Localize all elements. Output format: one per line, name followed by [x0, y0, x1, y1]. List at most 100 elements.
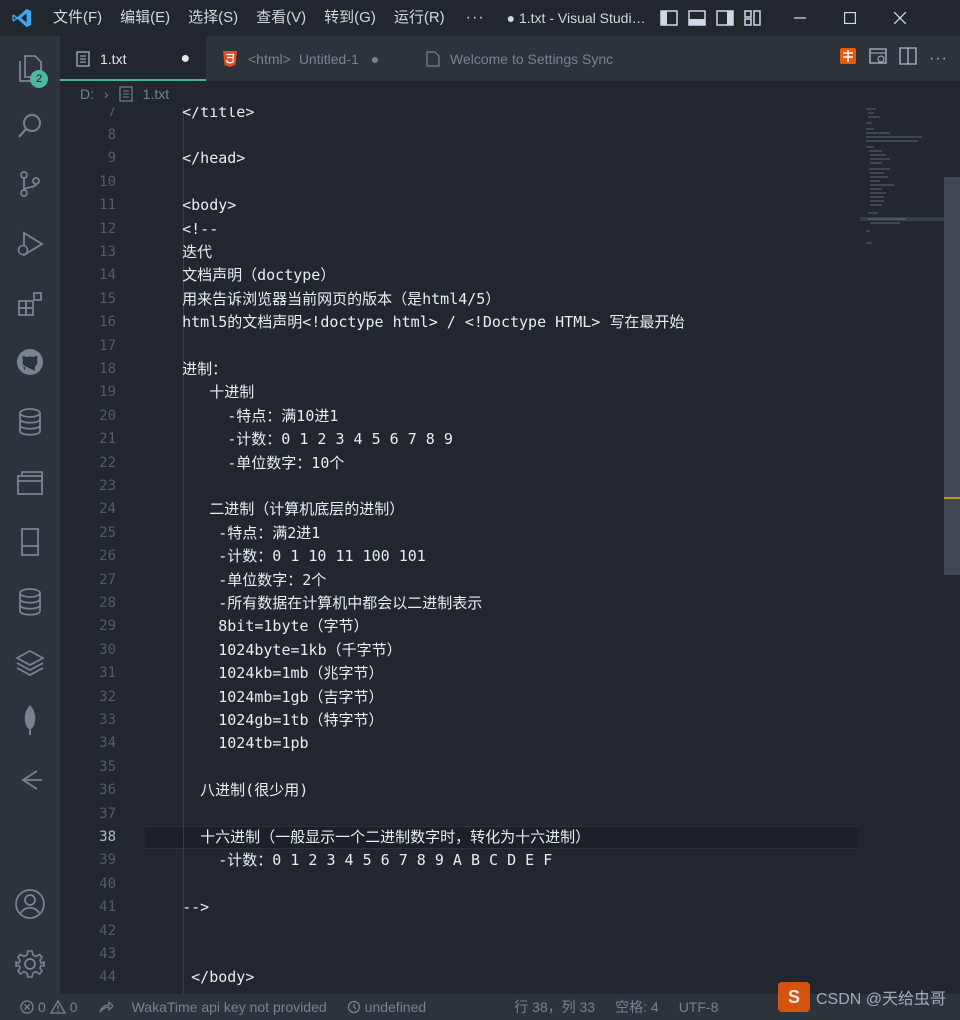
split-editor-icon[interactable]	[899, 47, 917, 70]
vertical-scrollbar[interactable]	[944, 177, 960, 575]
code-line[interactable]: <!--	[146, 218, 218, 241]
tab-untitled-1[interactable]: <html> Untitled-1 ●	[210, 36, 406, 81]
code-line[interactable]: -所有数据在计算机中都会以二进制表示	[146, 592, 482, 615]
line-number: 14	[99, 267, 116, 284]
live-share-icon[interactable]	[98, 1000, 114, 1014]
line-number: 30	[99, 641, 116, 658]
github-icon[interactable]	[0, 334, 60, 390]
menu-selection[interactable]: 选择(S)	[179, 0, 247, 36]
code-line[interactable]: 文档声明（doctype）	[146, 264, 335, 287]
editor-area[interactable]: 7 8 9 10 11 12 13 14 15 16 17 18 19 20 21 22 23 24 25 26 27 2…	[60, 107, 960, 994]
history-status[interactable]: undefined	[347, 999, 426, 1015]
line-number: 15	[99, 290, 116, 307]
html5-icon	[223, 50, 237, 67]
explorer-icon[interactable]: 2	[0, 40, 60, 96]
database-icon[interactable]	[0, 394, 60, 450]
menu-run[interactable]: 运行(R)	[385, 0, 454, 36]
code-line[interactable]: 二进制（计算机底层的进制）	[146, 498, 404, 521]
problems-status[interactable]: 0 0	[20, 999, 78, 1015]
close-icon[interactable]	[875, 0, 925, 36]
minimap[interactable]	[860, 107, 944, 247]
code-line[interactable]: -特点：满2进1	[146, 522, 320, 545]
preview-orange-icon[interactable]	[839, 47, 857, 70]
code-line[interactable]: 1024kb=1mb（兆字节）	[146, 662, 383, 685]
line-number: 37	[99, 805, 116, 822]
maximize-icon[interactable]	[825, 0, 875, 36]
line-number: 43	[99, 945, 116, 962]
settings-gear-icon[interactable]	[0, 936, 60, 992]
breadcrumb-drive[interactable]: D:	[80, 86, 94, 102]
mongodb-leaf-icon[interactable]	[0, 692, 60, 748]
menu-go[interactable]: 转到(G)	[315, 0, 385, 36]
code-line[interactable]: 用来告诉浏览器当前网页的版本（是html4/5）	[146, 288, 500, 311]
vscode-logo-icon	[0, 0, 44, 36]
code-line[interactable]: 1024byte=1kb（千字节）	[146, 639, 401, 662]
database-2-icon[interactable]	[0, 574, 60, 630]
indentation-status[interactable]: 空格: 4	[615, 997, 659, 1017]
code-line[interactable]: 十进制	[146, 381, 254, 404]
code-line[interactable]: -计数：0 1 10 11 100 101	[146, 545, 426, 568]
code-line[interactable]: 进制：	[146, 358, 227, 381]
code-line[interactable]: 1024tb=1pb	[146, 732, 308, 755]
code-line[interactable]: html5的文档声明<!doctype html> / <!Doctype HT…	[146, 311, 684, 334]
remote-explorer-icon[interactable]	[0, 454, 60, 510]
tab-1-txt[interactable]: 1.txt ●	[60, 36, 206, 81]
minimize-icon[interactable]	[775, 0, 825, 36]
code-line[interactable]: -特点：满10进1	[146, 405, 338, 428]
code-line[interactable]: -单位数字：2个	[146, 569, 326, 592]
code-line[interactable]: -计数：0 1 2 3 4 5 6 7 8 9	[146, 428, 453, 451]
search-icon[interactable]	[0, 98, 60, 154]
code-line[interactable]: 八进制(很少用)	[146, 779, 308, 802]
code-line[interactable]: 十六进制（一般显示一个二进制数字时，转化为十六进制）	[146, 826, 590, 849]
tab-welcome-settings-sync[interactable]: Welcome to Settings Sync	[410, 36, 636, 81]
window-title: ● 1.txt - Visual Studio Code	[506, 10, 649, 26]
breadcrumb-file[interactable]: 1.txt	[143, 86, 169, 102]
code-line[interactable]: </title>	[146, 107, 254, 124]
toggle-panel-icon[interactable]	[683, 0, 711, 36]
layers-icon[interactable]	[0, 634, 60, 690]
csdn-watermark: S CSDN @天给虫哥	[777, 982, 946, 1012]
title-bar: 文件(F) 编辑(E) 选择(S) 查看(V) 转到(G) 运行(R) ··· …	[0, 0, 960, 36]
code-line[interactable]: 8bit=1byte（字节）	[146, 615, 368, 638]
source-control-icon[interactable]	[0, 156, 60, 212]
toggle-secondary-sidebar-icon[interactable]	[711, 0, 739, 36]
tab-label: Welcome to Settings Sync	[450, 50, 614, 67]
menu-more-button[interactable]: ···	[454, 0, 497, 36]
code-line[interactable]: <body>	[146, 194, 236, 217]
code-line[interactable]: -计数：0 1 2 3 4 5 6 7 8 9 A B C D E F	[146, 849, 552, 872]
unsaved-dot-icon[interactable]: ●	[180, 50, 190, 68]
code-line[interactable]: </body>	[146, 966, 254, 989]
activity-bar: 2	[0, 36, 60, 994]
bookmark-icon[interactable]	[0, 514, 60, 570]
file-text-icon	[76, 50, 90, 67]
wakatime-status[interactable]: WakaTime api key not provided	[132, 999, 327, 1015]
code-line[interactable]: -->	[146, 896, 209, 919]
line-number: 40	[99, 875, 116, 892]
line-number: 33	[99, 711, 116, 728]
code-line[interactable]: 迭代	[146, 241, 212, 264]
accounts-icon[interactable]	[0, 876, 60, 932]
file-icon	[426, 50, 440, 67]
encoding-status[interactable]: UTF-8	[679, 999, 719, 1015]
line-number: 28	[99, 594, 116, 611]
line-number: 9	[107, 150, 116, 167]
customize-layout-icon[interactable]	[739, 0, 767, 36]
tab-label: 1.txt	[100, 50, 127, 67]
line-number: 18	[99, 360, 116, 377]
extensions-icon[interactable]	[0, 276, 60, 332]
code-line[interactable]: -单位数字：10个	[146, 452, 344, 475]
run-debug-icon[interactable]	[0, 216, 60, 272]
toggle-primary-sidebar-icon[interactable]	[655, 0, 683, 36]
code-line[interactable]: </head>	[146, 147, 245, 170]
gitlens-icon[interactable]	[0, 752, 60, 808]
open-preview-icon[interactable]	[869, 47, 887, 70]
cursor-position[interactable]: 行 38，列 33	[514, 997, 595, 1017]
unsaved-dot-icon[interactable]: ●	[371, 51, 379, 67]
code-line[interactable]: 1024gb=1tb（特字节）	[146, 709, 383, 732]
code-line[interactable]: 1024mb=1gb（吉字节）	[146, 686, 383, 709]
line-number: 35	[99, 758, 116, 775]
menu-file[interactable]: 文件(F)	[44, 0, 111, 36]
more-actions-icon[interactable]: ···	[929, 50, 948, 68]
menu-view[interactable]: 查看(V)	[247, 0, 315, 36]
menu-edit[interactable]: 编辑(E)	[111, 0, 179, 36]
